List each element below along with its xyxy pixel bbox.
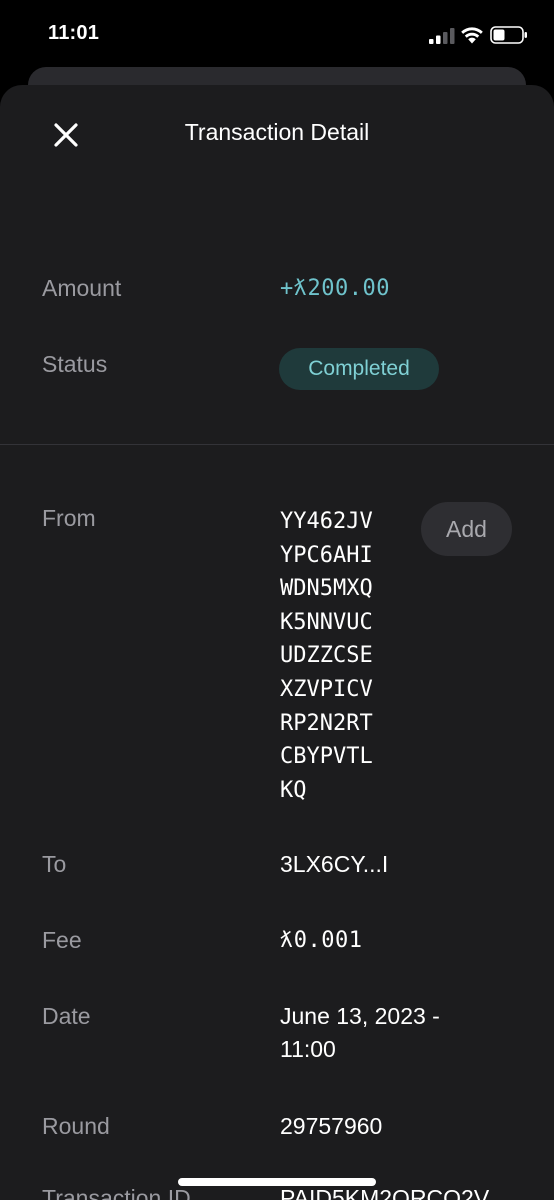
fee-value: ƛ0.001 bbox=[280, 928, 363, 953]
to-label: To bbox=[42, 851, 67, 877]
from-address-line: UDZZCSE bbox=[280, 643, 373, 669]
from-label: From bbox=[42, 505, 96, 531]
from-address-line: K5NNVUC bbox=[280, 609, 373, 635]
wifi-icon bbox=[461, 27, 483, 44]
to-address: 3LX6CY...I bbox=[280, 851, 389, 877]
from-address-line: YPC6AHI bbox=[280, 542, 373, 568]
from-address: YY462JV YPC6AHI WDN5MXQ K5NNVUC UDZZCSE … bbox=[280, 505, 420, 807]
from-address-line: WDN5MXQ bbox=[280, 576, 373, 602]
section-divider bbox=[0, 444, 554, 445]
from-address-line: CBYPVTL bbox=[280, 744, 373, 770]
from-address-line: KQ bbox=[280, 777, 307, 803]
transaction-id-label: Transaction ID bbox=[42, 1185, 191, 1200]
round-label: Round bbox=[42, 1113, 110, 1139]
from-address-line: XZVPICV bbox=[280, 676, 373, 702]
status-bar: 11:01 bbox=[0, 0, 554, 70]
status-badge: Completed bbox=[279, 348, 439, 390]
page-title: Transaction Detail bbox=[184, 119, 370, 145]
transaction-id-value: PAID5KM2QRCO2V bbox=[280, 1185, 490, 1200]
amount-label: Amount bbox=[42, 275, 122, 301]
from-address-line: RP2N2RT bbox=[280, 710, 373, 736]
from-address-line: YY462JV bbox=[280, 509, 373, 534]
amount-value: +ƛ200.00 bbox=[280, 276, 390, 301]
screen: 11:01 Transaction Detail Amount +ƛ200.00… bbox=[0, 0, 554, 1200]
date-label: Date bbox=[42, 1003, 91, 1029]
home-indicator[interactable] bbox=[178, 1178, 376, 1186]
status-label: Status bbox=[42, 351, 108, 377]
date-value-line1: June 13, 2023 - bbox=[280, 1003, 440, 1029]
fee-label: Fee bbox=[42, 927, 82, 953]
add-contact-button[interactable]: Add bbox=[421, 502, 512, 556]
transaction-detail-sheet: Transaction Detail Amount +ƛ200.00 Statu… bbox=[0, 85, 554, 1200]
battery-icon bbox=[490, 26, 527, 44]
cellular-signal-icon bbox=[429, 28, 455, 44]
date-value-line2: 11:00 bbox=[280, 1036, 336, 1062]
round-value: 29757960 bbox=[280, 1113, 383, 1139]
status-time: 11:01 bbox=[48, 22, 100, 44]
